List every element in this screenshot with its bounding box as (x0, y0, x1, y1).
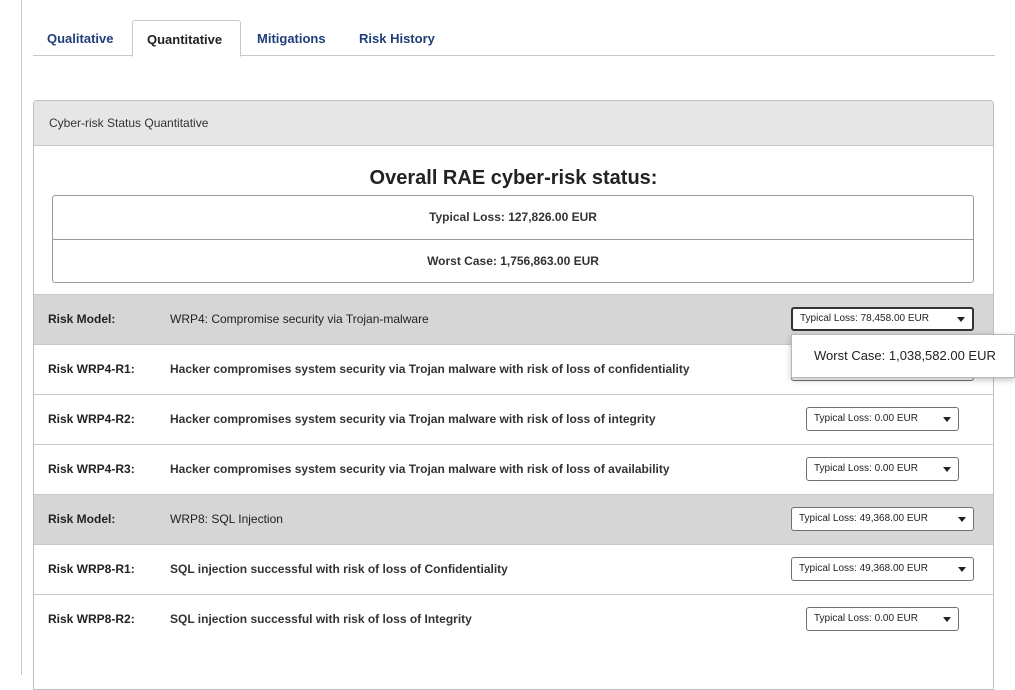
risk-row: Risk WRP4-R2: Hacker compromises system … (34, 394, 993, 444)
risk-model-row: Risk Model: WRP8: SQL Injection Typical … (34, 494, 993, 544)
risk-id: Risk WRP4-R2: (48, 412, 135, 426)
caret-down-icon (943, 617, 951, 622)
caret-down-icon (957, 317, 965, 322)
risk-row: Risk WRP8-R1: SQL injection successful w… (34, 544, 993, 594)
risk-description: Hacker compromises system security via T… (170, 412, 656, 426)
loss-dropdown[interactable]: Typical Loss: 0.00 EUR (806, 607, 959, 631)
caret-down-icon (943, 417, 951, 422)
dropdown-value: Typical Loss: 0.00 EUR (814, 613, 918, 624)
panel-heading: Cyber-risk Status Quantitative (34, 101, 993, 146)
loss-dropdown[interactable]: Typical Loss: 49,368.00 EUR (791, 557, 974, 581)
caret-down-icon (958, 517, 966, 522)
loss-dropdown[interactable]: Typical Loss: 78,458.00 EUR (791, 307, 974, 331)
risk-id: Risk Model: (48, 512, 116, 526)
risk-description: SQL injection successful with risk of lo… (170, 562, 508, 576)
risk-description: Hacker compromises system security via T… (170, 462, 670, 476)
risk-description: Hacker compromises system security via T… (170, 362, 690, 376)
dropdown-value: Typical Loss: 0.00 EUR (814, 463, 918, 474)
overall-worst-case: Worst Case: 1,756,863.00 EUR (53, 239, 973, 283)
dropdown-value: Typical Loss: 49,368.00 EUR (799, 513, 928, 524)
overall-typical-loss: Typical Loss: 127,826.00 EUR (429, 210, 597, 224)
tab-bar: Qualitative Quantitative Mitigations Ris… (33, 20, 995, 57)
tab-quantitative[interactable]: Quantitative (132, 20, 241, 57)
risk-id: Risk Model: (48, 312, 116, 326)
overall-status-box: Typical Loss: 127,826.00 EUR Worst Case:… (52, 195, 974, 283)
loss-dropdown[interactable]: Typical Loss: 49,368.00 EUR (791, 507, 974, 531)
risk-id: Risk WRP8-R1: (48, 562, 135, 576)
risk-row: Risk WRP8-R2: SQL injection successful w… (34, 594, 993, 644)
risk-description: WRP4: Compromise security via Trojan-mal… (170, 312, 429, 326)
loss-dropdown[interactable]: Typical Loss: 0.00 EUR (806, 457, 959, 481)
dropdown-value: Typical Loss: 0.00 EUR (814, 413, 918, 424)
caret-down-icon (943, 467, 951, 472)
dropdown-value: Typical Loss: 49,368.00 EUR (799, 563, 928, 574)
dropdown-value: Typical Loss: 78,458.00 EUR (800, 313, 929, 324)
tab-risk-history[interactable]: Risk History (345, 20, 449, 55)
risk-row: Risk WRP4-R3: Hacker compromises system … (34, 444, 993, 494)
risk-id: Risk WRP8-R2: (48, 612, 135, 626)
dropdown-option-worst-case[interactable]: Worst Case: 1,038,582.00 EUR (791, 334, 1015, 378)
page-left-border (21, 0, 22, 675)
tab-mitigations[interactable]: Mitigations (243, 20, 340, 55)
risk-id: Risk WRP4-R3: (48, 462, 135, 476)
cyber-risk-panel: Cyber-risk Status Quantitative Overall R… (33, 100, 994, 690)
caret-down-icon (958, 567, 966, 572)
loss-dropdown[interactable]: Typical Loss: 0.00 EUR (806, 407, 959, 431)
risk-description: SQL injection successful with risk of lo… (170, 612, 472, 626)
risk-description: WRP8: SQL Injection (170, 512, 283, 526)
overall-status-title: Overall RAE cyber-risk status: (369, 167, 658, 189)
risk-id: Risk WRP4-R1: (48, 362, 135, 376)
tab-qualitative[interactable]: Qualitative (33, 20, 127, 55)
